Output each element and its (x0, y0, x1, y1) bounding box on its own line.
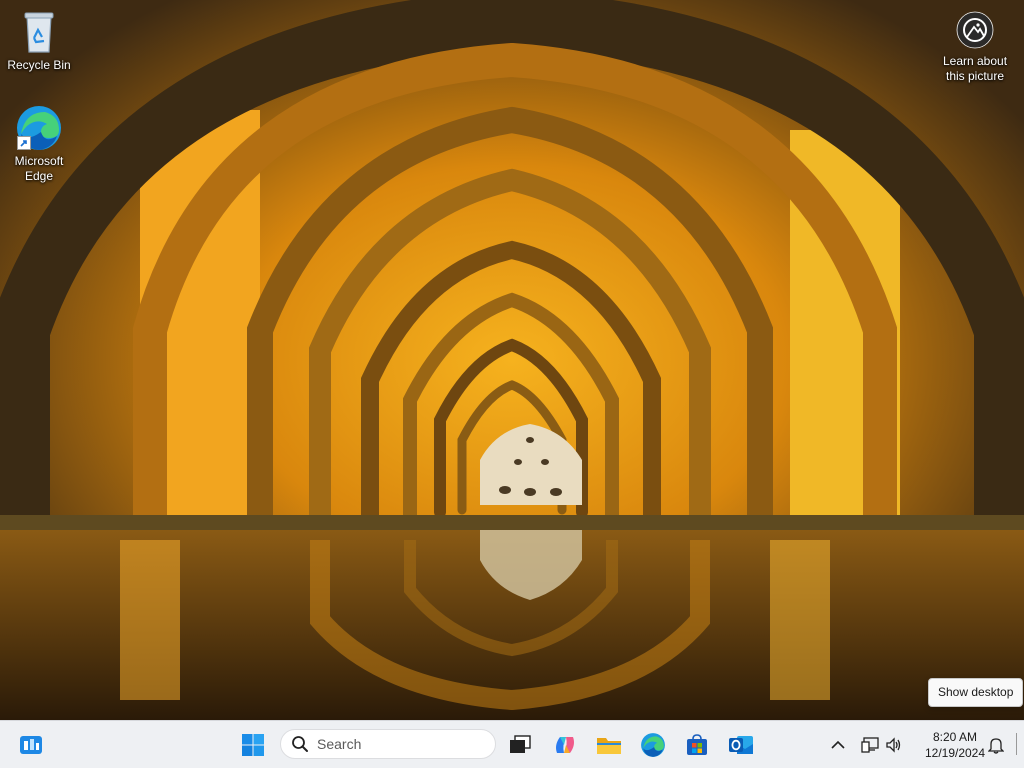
edge-icon (15, 104, 63, 152)
taskbar-copilot-button[interactable] (546, 726, 584, 764)
show-desktop-tooltip: Show desktop (928, 678, 1024, 707)
taskbar-start-button[interactable] (234, 726, 272, 764)
spotlight-learn-about-picture[interactable]: Learn about this picture (936, 10, 1014, 84)
camera-spotlight-icon (955, 10, 995, 50)
windows-start-icon (242, 734, 264, 756)
search-placeholder: Search (317, 736, 362, 752)
tray-volume-button[interactable] (884, 721, 904, 768)
notification-bell-icon (988, 737, 1004, 754)
taskbar-widgets-button[interactable] (12, 726, 50, 764)
desktop-wallpaper[interactable] (0, 0, 1024, 720)
store-icon (687, 734, 707, 755)
desktop-icon-label: Recycle Bin (7, 58, 71, 72)
task-view-icon (510, 735, 531, 753)
file-explorer-icon (597, 738, 621, 754)
desktop-icon-label: Microsoft Edge (14, 154, 64, 183)
desktop-icon-recycle-bin[interactable]: Recycle Bin (1, 8, 77, 73)
edge-icon (641, 733, 665, 757)
desktop-icon-microsoft-edge[interactable]: Microsoft Edge (1, 104, 77, 184)
copilot-icon (556, 737, 574, 753)
taskbar: Search 8:20 AM 12/19/2024 (0, 720, 1024, 768)
chevron-up-icon (831, 740, 845, 749)
taskbar-search-box[interactable]: Search (280, 729, 496, 759)
taskbar-file-explorer-button[interactable] (590, 726, 628, 764)
recycle-bin-icon (15, 8, 63, 56)
wallpaper-image (0, 0, 1024, 720)
tray-notifications-button[interactable] (986, 721, 1006, 768)
widgets-icon (20, 736, 42, 754)
show-desktop-button[interactable] (1016, 733, 1017, 755)
taskbar-task-view-button[interactable] (501, 726, 539, 764)
taskbar-outlook-button[interactable] (722, 726, 760, 764)
taskbar-store-button[interactable] (678, 726, 716, 764)
taskbar-edge-button[interactable] (634, 726, 672, 764)
volume-icon (886, 736, 901, 753)
search-icon (292, 736, 308, 752)
spotlight-label: Learn about this picture (942, 54, 1008, 83)
outlook-icon (729, 736, 753, 754)
network-icon (861, 736, 879, 753)
tray-overflow-button[interactable] (828, 721, 848, 768)
tray-network-button[interactable] (860, 721, 880, 768)
